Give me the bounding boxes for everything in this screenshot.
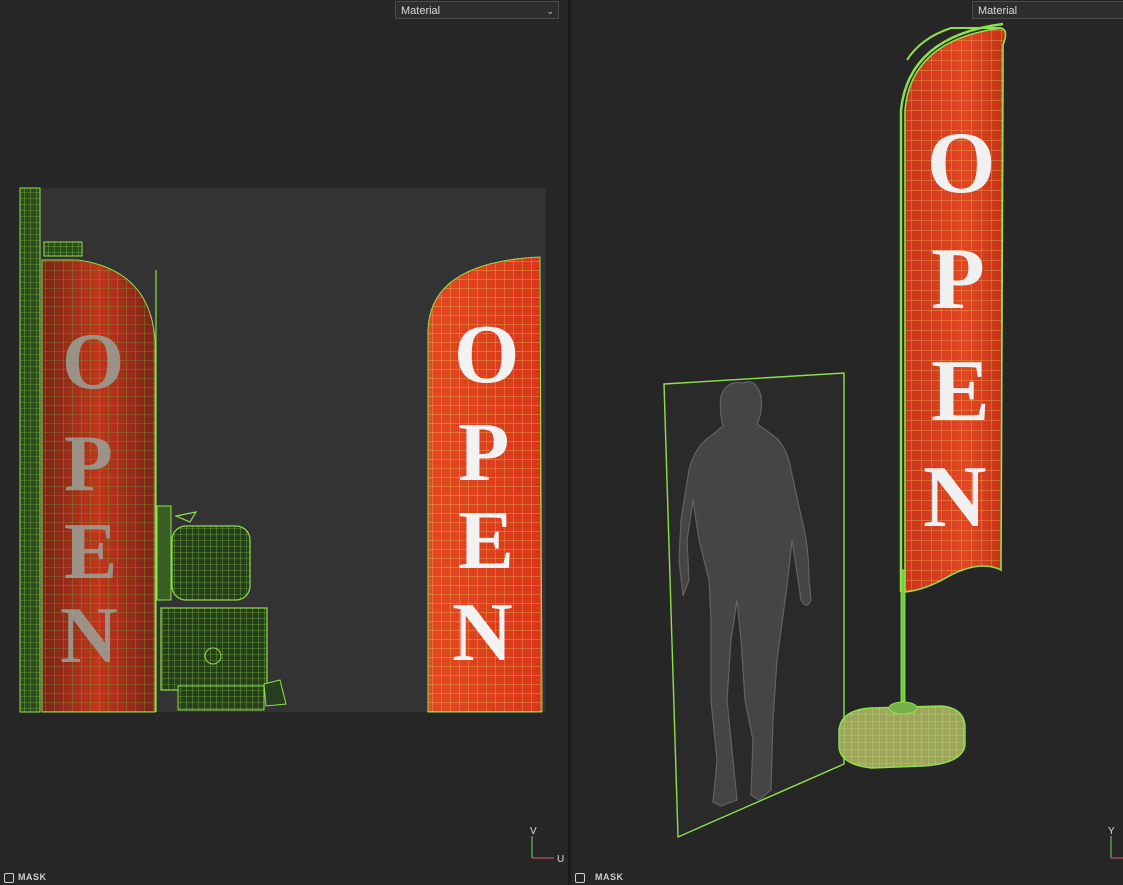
svg-text:Y: Y xyxy=(1108,826,1115,837)
svg-text:E: E xyxy=(458,494,514,587)
scene-footer: MASK xyxy=(571,871,1123,885)
scene-viewport[interactable]: Material O P E N Y MASK xyxy=(571,0,1123,885)
scene-canvas[interactable]: O P E N Y xyxy=(571,0,1123,885)
uv-axis-gizmo-icon: V U xyxy=(530,826,564,865)
svg-text:V: V xyxy=(530,826,537,837)
scene-axis-gizmo-icon: Y xyxy=(1108,826,1123,859)
mask-toggle-icon[interactable] xyxy=(4,873,14,883)
svg-text:E: E xyxy=(931,343,990,440)
svg-text:O: O xyxy=(927,115,995,212)
svg-text:P: P xyxy=(458,406,509,499)
svg-text:O: O xyxy=(454,308,519,401)
svg-text:N: N xyxy=(60,592,118,680)
svg-text:U: U xyxy=(557,854,564,865)
mask-toggle-icon-right[interactable] xyxy=(575,873,585,883)
flag-front-letters: O P E N xyxy=(452,308,519,679)
uv-viewport[interactable]: Material ⌄ O P E N O P E N V U MASK xyxy=(0,0,568,885)
base-strip-uv-shell xyxy=(156,505,172,601)
mask-label: MASK xyxy=(18,872,47,882)
uv-footer: MASK xyxy=(0,871,568,885)
svg-text:P: P xyxy=(64,420,113,508)
svg-text:N: N xyxy=(452,586,513,679)
svg-text:N: N xyxy=(923,449,987,546)
mask-label-right: MASK xyxy=(595,872,624,882)
svg-text:E: E xyxy=(64,508,117,596)
svg-text:O: O xyxy=(62,318,124,406)
svg-text:P: P xyxy=(931,231,985,328)
uv-canvas[interactable]: O P E N O P E N V U xyxy=(0,0,568,885)
